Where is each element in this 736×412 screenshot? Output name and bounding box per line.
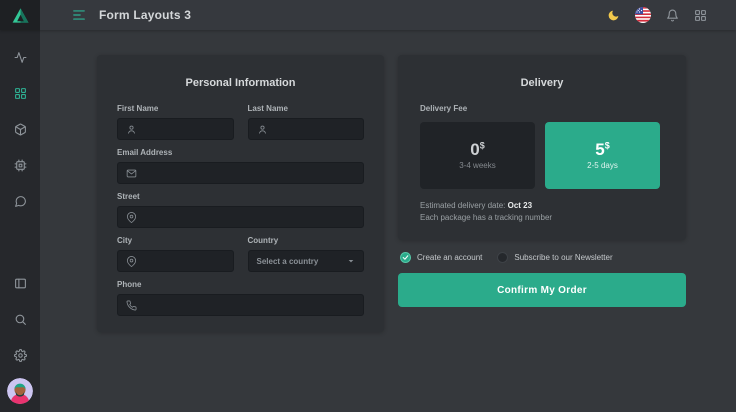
map-pin-icon [126,212,137,223]
email-label: Email Address [117,148,364,157]
country-select-value: Select a country [257,257,319,266]
sidebar [0,30,40,412]
forms-grid-icon [14,87,27,100]
language-selector[interactable] [635,7,651,23]
sidebar-item-features[interactable] [0,147,40,183]
delivery-fee-label: Delivery Fee [420,104,664,113]
email-input[interactable] [117,162,364,184]
menu-icon [72,8,86,22]
account-options-row: Create an account Subscribe to our Newsl… [398,252,686,263]
option-price: 5$ [595,141,609,158]
newsletter-label[interactable]: Subscribe to our Newsletter [514,253,612,262]
chevron-down-icon [347,257,355,265]
map-pin-icon [126,256,137,267]
estimated-date-value: Oct 23 [508,201,532,210]
phone-input[interactable] [117,294,364,316]
logo-triangle-icon [11,6,30,25]
country-label: Country [248,236,365,245]
header-actions [607,7,736,23]
moon-icon [607,9,620,22]
last-name-input[interactable] [248,118,365,140]
phone-icon [126,300,137,311]
theme-toggle-button[interactable] [607,9,620,22]
content-area: Personal Information First Name Last Nam… [40,30,736,412]
delivery-estimate: Estimated delivery date: Oct 23 Each pac… [420,200,664,225]
estimated-date-label: Estimated delivery date: [420,201,505,210]
newsletter-checkbox[interactable] [497,252,508,263]
sidebar-item-dashboard[interactable] [0,39,40,75]
city-input[interactable] [117,250,234,272]
page-title: Form Layouts 3 [99,8,191,22]
delivery-options: 0$ 3-4 weeks 5$ 2-5 days [420,122,664,189]
confirm-order-button[interactable]: Confirm My Order [398,273,686,307]
delivery-column: Delivery Delivery Fee 0$ 3-4 weeks 5$ 2-… [398,55,686,412]
personal-info-card: Personal Information First Name Last Nam… [97,55,384,332]
sidebar-item-messages[interactable] [0,183,40,219]
option-duration: 2-5 days [587,161,618,170]
street-label: Street [117,192,364,201]
delivery-card: Delivery Delivery Fee 0$ 3-4 weeks 5$ 2-… [398,55,686,240]
gear-icon [14,349,27,362]
bell-icon [666,9,679,22]
country-select[interactable]: Select a country [248,250,365,272]
activity-icon [14,51,27,64]
last-name-label: Last Name [248,104,365,113]
personal-info-column: Personal Information First Name Last Nam… [97,55,384,412]
delivery-option-express[interactable]: 5$ 2-5 days [545,122,660,189]
us-flag-icon [635,7,651,23]
street-input[interactable] [117,206,364,228]
person-icon [126,124,137,135]
sidebar-settings-button[interactable] [0,337,40,373]
app-logo[interactable] [0,0,40,30]
first-name-input[interactable] [117,118,234,140]
sidebar-toggle-panel[interactable] [0,265,40,301]
option-duration: 3-4 weeks [459,161,495,170]
delivery-title: Delivery [420,77,664,89]
avatar-illustration [7,378,33,404]
apps-menu-button[interactable] [694,9,707,22]
user-avatar[interactable] [7,378,33,404]
person-icon [257,124,268,135]
check-icon [402,254,409,261]
envelope-icon [126,168,137,179]
sidebar-item-forms[interactable] [0,75,40,111]
notifications-button[interactable] [666,9,679,22]
tracking-note: Each package has a tracking number [420,213,552,222]
phone-label: Phone [117,280,364,289]
chat-bubble-icon [14,195,27,208]
first-name-label: First Name [117,104,234,113]
create-account-checkbox[interactable] [400,252,411,263]
delivery-option-free[interactable]: 0$ 3-4 weeks [420,122,535,189]
menu-toggle-button[interactable] [72,8,86,22]
chip-icon [14,159,27,172]
create-account-label[interactable]: Create an account [417,253,482,262]
option-price: 0$ [470,141,484,158]
search-icon [14,313,27,326]
apps-grid-icon [694,9,707,22]
sidebar-search-button[interactable] [0,301,40,337]
personal-info-title: Personal Information [117,77,364,89]
panel-layout-icon [14,277,27,290]
cube-icon [14,123,27,136]
header: Form Layouts 3 [0,0,736,30]
city-label: City [117,236,234,245]
sidebar-item-components[interactable] [0,111,40,147]
